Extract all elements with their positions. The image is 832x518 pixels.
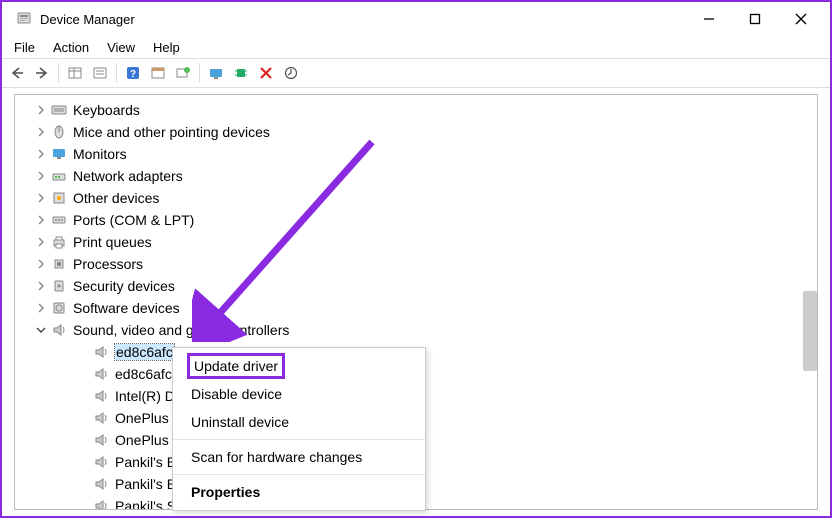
context-properties[interactable]: Properties: [173, 478, 425, 506]
menu-file[interactable]: File: [6, 38, 43, 57]
category-monitors[interactable]: Monitors: [15, 143, 817, 165]
sound-device-icon: [93, 344, 109, 360]
monitors-icon: [51, 146, 67, 162]
sound-device-icon: [93, 366, 109, 382]
help-icon[interactable]: ?: [122, 62, 144, 84]
expand-icon[interactable]: [35, 214, 47, 226]
menu-action[interactable]: Action: [45, 38, 97, 57]
category-label: Keyboards: [73, 102, 140, 118]
expand-icon[interactable]: [35, 258, 47, 270]
category-label: Other devices: [73, 190, 159, 206]
device-label: OnePlus: [115, 432, 169, 448]
category-label: Processors: [73, 256, 143, 272]
sound-device-icon: [93, 432, 109, 448]
category-network[interactable]: Network adapters: [15, 165, 817, 187]
chip-icon[interactable]: [230, 62, 252, 84]
context-uninstall-device[interactable]: Uninstall device: [173, 408, 425, 436]
category-software[interactable]: Software devices: [15, 297, 817, 319]
sound-icon: [51, 322, 67, 338]
expand-icon[interactable]: [35, 126, 47, 138]
expand-icon[interactable]: [35, 148, 47, 160]
context-scan-hardware[interactable]: Scan for hardware changes: [173, 443, 425, 471]
menu-bar: File Action View Help: [2, 36, 830, 58]
menu-help[interactable]: Help: [145, 38, 188, 57]
scrollbar-thumb[interactable]: [803, 291, 817, 371]
category-print[interactable]: Print queues: [15, 231, 817, 253]
expand-icon[interactable]: [35, 280, 47, 292]
security-icon: [51, 278, 67, 294]
menu-view[interactable]: View: [99, 38, 143, 57]
device-label: ed8c6afc: [115, 366, 172, 382]
expand-icon[interactable]: [35, 236, 47, 248]
other-icon: [51, 190, 67, 206]
print-icon: [51, 234, 67, 250]
toolbar: ?: [2, 58, 830, 88]
context-update-driver[interactable]: Update driver: [173, 352, 425, 380]
expand-icon[interactable]: [35, 104, 47, 116]
category-ports[interactable]: Ports (COM & LPT): [15, 209, 817, 231]
category-processors[interactable]: Processors: [15, 253, 817, 275]
back-button[interactable]: [6, 62, 28, 84]
scan-icon[interactable]: [172, 62, 194, 84]
remove-icon[interactable]: [255, 62, 277, 84]
expand-icon[interactable]: [35, 170, 47, 182]
close-button[interactable]: [778, 4, 824, 34]
device-label: Pankil's B: [115, 454, 176, 470]
sound-device-icon: [93, 476, 109, 492]
device-label: Intel(R) D: [115, 388, 175, 404]
expand-icon[interactable]: [35, 192, 47, 204]
category-label: Ports (COM & LPT): [73, 212, 194, 228]
category-label: Monitors: [73, 146, 127, 162]
forward-button[interactable]: [31, 62, 53, 84]
category-label: Security devices: [73, 278, 175, 294]
context-menu: Update driver Disable device Uninstall d…: [172, 347, 426, 511]
monitor-icon[interactable]: [205, 62, 227, 84]
svg-text:?: ?: [130, 69, 136, 80]
category-label: Software devices: [73, 300, 180, 316]
device-label: Pankil's B: [115, 476, 176, 492]
network-icon: [51, 168, 67, 184]
context-disable-device[interactable]: Disable device: [173, 380, 425, 408]
software-icon: [51, 300, 67, 316]
category-other[interactable]: Other devices: [15, 187, 817, 209]
device-label: OnePlus: [115, 410, 169, 426]
category-label: Network adapters: [73, 168, 183, 184]
category-sound[interactable]: Sound, video and game controllers: [15, 319, 817, 341]
category-mice[interactable]: Mice and other pointing devices: [15, 121, 817, 143]
maximize-button[interactable]: [732, 4, 778, 34]
expand-icon[interactable]: [35, 324, 47, 336]
sound-device-icon: [93, 388, 109, 404]
sound-device-icon: [93, 454, 109, 470]
category-label: Mice and other pointing devices: [73, 124, 270, 140]
processors-icon: [51, 256, 67, 272]
window-title: Device Manager: [40, 12, 686, 27]
title-bar: Device Manager: [2, 2, 830, 36]
ports-icon: [51, 212, 67, 228]
keyboards-icon: [51, 102, 67, 118]
category-label: Sound, video and game controllers: [73, 322, 289, 338]
category-security[interactable]: Security devices: [15, 275, 817, 297]
expand-icon[interactable]: [35, 302, 47, 314]
details-icon[interactable]: [89, 62, 111, 84]
mice-icon: [51, 124, 67, 140]
action-icon[interactable]: [147, 62, 169, 84]
category-keyboards[interactable]: Keyboards: [15, 99, 817, 121]
category-label: Print queues: [73, 234, 152, 250]
device-label: ed8c6afc: [115, 344, 174, 360]
show-hidden-icon[interactable]: [64, 62, 86, 84]
app-icon: [16, 11, 32, 27]
minimize-button[interactable]: [686, 4, 732, 34]
update-icon[interactable]: [280, 62, 302, 84]
sound-device-icon: [93, 410, 109, 426]
sound-device-icon: [93, 498, 109, 510]
